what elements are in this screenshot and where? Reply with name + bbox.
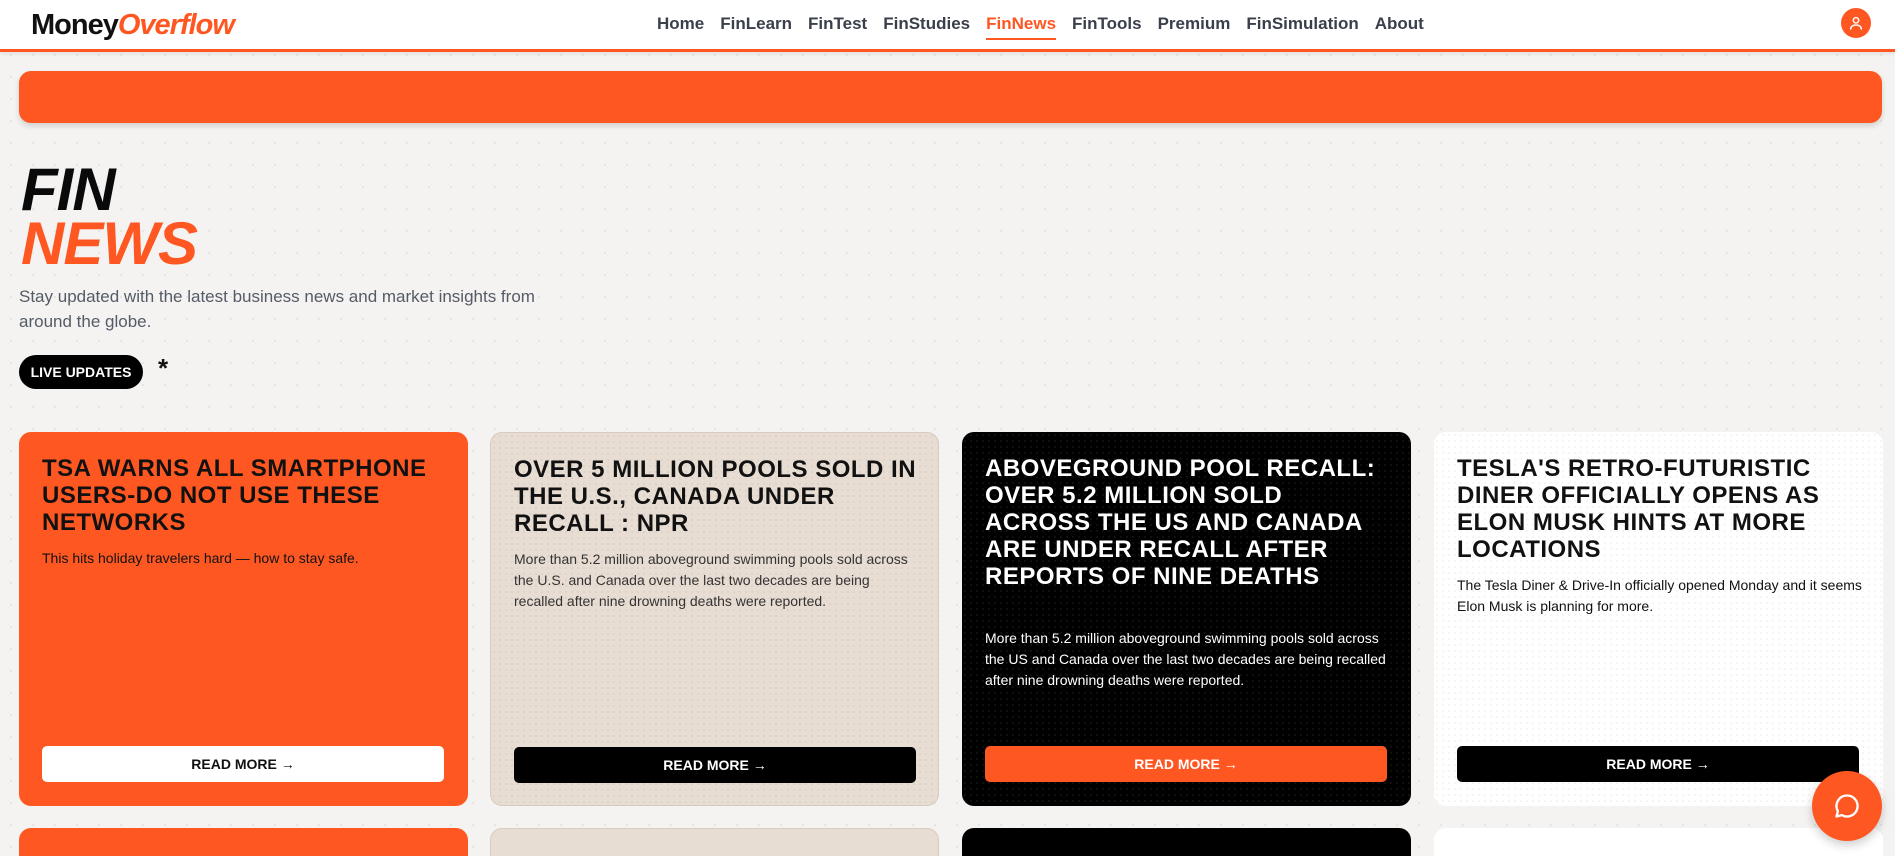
read-more-button[interactable]: READ MORE →	[985, 746, 1387, 782]
news-card: ABOVEGROUND POOL RECALL: OVER 5.2 MILLIO…	[962, 432, 1411, 806]
news-card-next-row	[1434, 828, 1883, 856]
logo-text-overflow: Overflow	[117, 9, 235, 41]
nav-finnews[interactable]: FinNews	[986, 12, 1056, 40]
live-updates-badge: LIVE UPDATES	[19, 355, 143, 389]
news-card: OVER 5 MILLION POOLS SOLD IN THE U.S., C…	[490, 432, 939, 806]
news-card-description: The Tesla Diner & Drive-In officially op…	[1457, 577, 1862, 614]
news-card-title: OVER 5 MILLION POOLS SOLD IN THE U.S., C…	[514, 456, 917, 537]
user-account-button[interactable]	[1841, 8, 1871, 38]
asterisk-decoration: *	[158, 353, 169, 383]
news-card-title: TESLA'S RETRO-FUTURISTIC DINER OFFICIALL…	[1457, 455, 1820, 563]
read-more-button[interactable]: READ MORE →	[514, 747, 916, 783]
news-card-next-row	[19, 828, 468, 856]
news-card-next-row	[490, 828, 939, 856]
logo-text-money: Money	[31, 9, 119, 41]
news-card: TSA WARNS ALL SMARTPHONE USERS-DO NOT US…	[19, 432, 468, 806]
news-card: TESLA'S RETRO-FUTURISTIC DINER OFFICIALL…	[1434, 432, 1883, 806]
top-navbar: MoneyOverflow Home FinLearn FinTest FinS…	[0, 0, 1895, 52]
nav-finstudies[interactable]: FinStudies	[883, 12, 970, 36]
news-card-title: ABOVEGROUND POOL RECALL: OVER 5.2 MILLIO…	[985, 455, 1376, 590]
nav-home[interactable]: Home	[657, 12, 704, 36]
nav-fintest[interactable]: FinTest	[808, 12, 867, 36]
read-more-button[interactable]: READ MORE →	[1457, 746, 1859, 782]
page-subtitle: Stay updated with the latest business ne…	[19, 287, 535, 331]
news-card-description: More than 5.2 million aboveground swimmi…	[985, 630, 1386, 688]
news-card-next-row	[962, 828, 1411, 856]
page-title-news: NEWS	[21, 210, 198, 277]
nav-premium[interactable]: Premium	[1158, 12, 1231, 36]
user-icon	[1849, 16, 1863, 30]
nav-finlearn[interactable]: FinLearn	[720, 12, 792, 36]
site-logo[interactable]: MoneyOverflow	[31, 8, 235, 42]
chat-button[interactable]	[1812, 771, 1882, 841]
news-card-description: This hits holiday travelers hard — how t…	[42, 550, 359, 566]
chat-bubble-icon	[1835, 794, 1859, 818]
read-more-button[interactable]: READ MORE →	[42, 746, 444, 782]
nav-finsimulation[interactable]: FinSimulation	[1246, 12, 1358, 36]
news-card-title: TSA WARNS ALL SMARTPHONE USERS-DO NOT US…	[42, 455, 427, 536]
promo-banner	[19, 71, 1882, 123]
main-nav: Home FinLearn FinTest FinStudies FinNews…	[657, 12, 1440, 40]
nav-about[interactable]: About	[1375, 12, 1424, 36]
nav-fintools[interactable]: FinTools	[1072, 12, 1142, 36]
news-card-description: More than 5.2 million aboveground swimmi…	[514, 551, 908, 609]
